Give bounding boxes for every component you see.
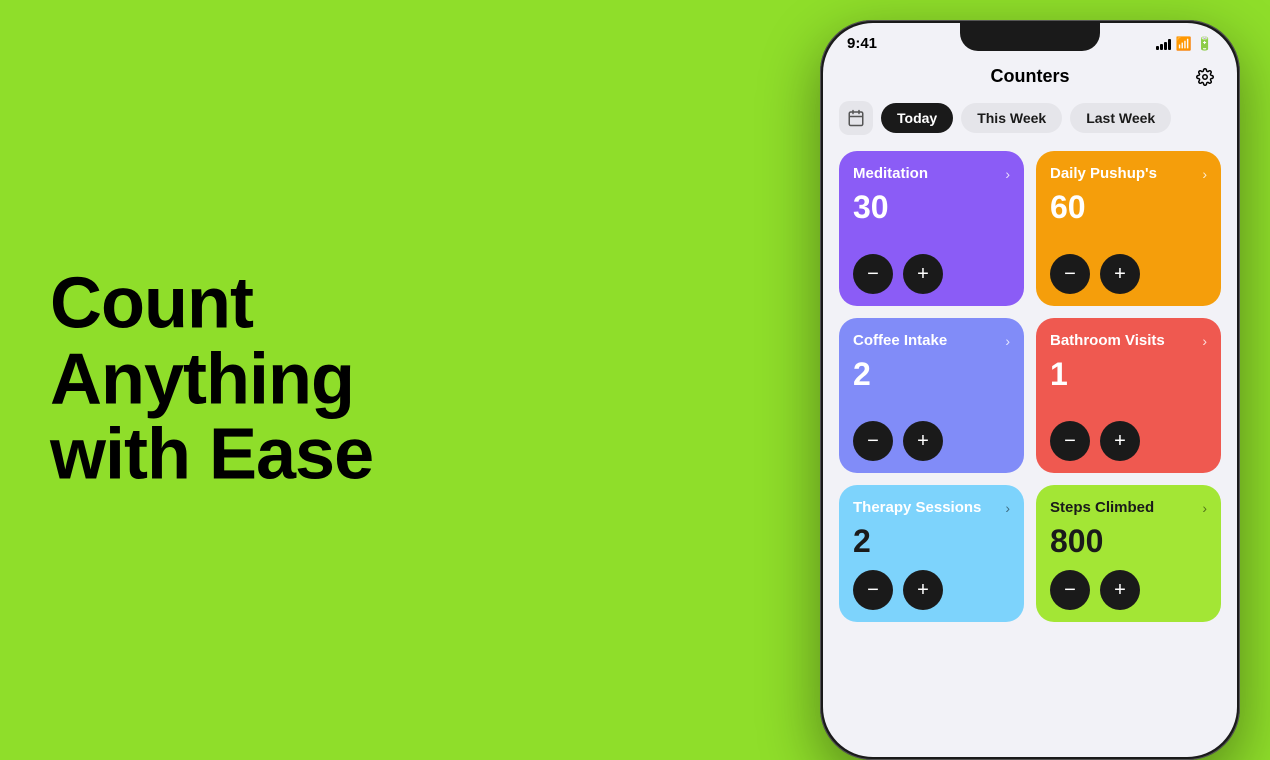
status-icons: 📶 🔋 [1156, 36, 1213, 52]
chevron-icon: › [1005, 166, 1010, 182]
headline-line3: with Ease [50, 415, 373, 495]
increment-meditation-button[interactable]: + [903, 254, 943, 294]
card-header: Coffee Intake › [853, 332, 1010, 350]
app-title: Counters [990, 66, 1069, 87]
filter-today-button[interactable]: Today [881, 103, 953, 133]
card-controls: − + [853, 254, 1010, 294]
headline-line2: Anything [50, 339, 354, 419]
card-count-meditation: 30 [853, 189, 1010, 244]
card-count-pushups: 60 [1050, 189, 1207, 244]
phone-notch [960, 23, 1100, 51]
counter-card-steps: Steps Climbed › 800 − + [1036, 485, 1221, 622]
phone-frame: 9:41 📶 🔋 Counters [820, 20, 1240, 760]
chevron-icon: › [1202, 166, 1207, 182]
calendar-button[interactable] [839, 101, 873, 135]
wifi-icon: 📶 [1176, 36, 1192, 52]
filter-this-week-button[interactable]: This Week [961, 103, 1062, 133]
increment-pushups-button[interactable]: + [1100, 254, 1140, 294]
card-title-steps: Steps Climbed [1050, 499, 1198, 517]
chevron-icon: › [1005, 333, 1010, 349]
filter-bar: Today This Week Last Week [839, 101, 1221, 135]
card-controls: − + [1050, 254, 1207, 294]
chevron-icon: › [1202, 500, 1207, 516]
card-header: Steps Climbed › [1050, 499, 1207, 517]
card-controls: − + [1050, 421, 1207, 461]
card-count-steps: 800 [1050, 523, 1207, 560]
card-controls: − + [853, 421, 1010, 461]
gear-icon [1196, 68, 1214, 86]
card-title-bathroom: Bathroom Visits [1050, 332, 1198, 350]
card-header: Therapy Sessions › [853, 499, 1010, 517]
battery-icon: 🔋 [1197, 36, 1213, 52]
app-content: Counters [823, 56, 1237, 622]
card-controls: − + [1050, 570, 1207, 610]
phone-screen: 9:41 📶 🔋 Counters [823, 23, 1237, 757]
card-title-meditation: Meditation [853, 165, 1001, 183]
settings-button[interactable] [1189, 61, 1221, 93]
headline-line1: Count [50, 264, 253, 344]
increment-coffee-button[interactable]: + [903, 421, 943, 461]
card-title-coffee: Coffee Intake [853, 332, 1001, 350]
chevron-icon: › [1005, 500, 1010, 516]
headline: Count Anything with Ease [50, 267, 570, 494]
counter-grid: Meditation › 30 − + Daily Pushup's [839, 151, 1221, 622]
increment-therapy-button[interactable]: + [903, 570, 943, 610]
counter-card-bathroom: Bathroom Visits › 1 − + [1036, 318, 1221, 473]
card-title-pushups: Daily Pushup's [1050, 165, 1198, 183]
filter-last-week-button[interactable]: Last Week [1070, 103, 1171, 133]
counter-card-therapy: Therapy Sessions › 2 − + [839, 485, 1024, 622]
counter-card-coffee: Coffee Intake › 2 − + [839, 318, 1024, 473]
decrement-bathroom-button[interactable]: − [1050, 421, 1090, 461]
card-controls: − + [853, 570, 1010, 610]
signal-bars-icon [1156, 38, 1171, 50]
decrement-meditation-button[interactable]: − [853, 254, 893, 294]
card-count-therapy: 2 [853, 523, 1010, 560]
calendar-icon [847, 109, 865, 127]
decrement-pushups-button[interactable]: − [1050, 254, 1090, 294]
card-count-bathroom: 1 [1050, 356, 1207, 411]
card-header: Daily Pushup's › [1050, 165, 1207, 183]
app-header: Counters [839, 56, 1221, 101]
counter-card-meditation: Meditation › 30 − + [839, 151, 1024, 306]
phone-device: 9:41 📶 🔋 Counters [820, 20, 1240, 760]
status-time: 9:41 [847, 35, 877, 52]
card-header: Bathroom Visits › [1050, 332, 1207, 350]
card-count-coffee: 2 [853, 356, 1010, 411]
card-title-therapy: Therapy Sessions [853, 499, 1001, 517]
increment-bathroom-button[interactable]: + [1100, 421, 1140, 461]
card-header: Meditation › [853, 165, 1010, 183]
decrement-therapy-button[interactable]: − [853, 570, 893, 610]
counter-card-pushups: Daily Pushup's › 60 − + [1036, 151, 1221, 306]
marketing-text: Count Anything with Ease [50, 267, 570, 494]
increment-steps-button[interactable]: + [1100, 570, 1140, 610]
chevron-icon: › [1202, 333, 1207, 349]
decrement-coffee-button[interactable]: − [853, 421, 893, 461]
decrement-steps-button[interactable]: − [1050, 570, 1090, 610]
